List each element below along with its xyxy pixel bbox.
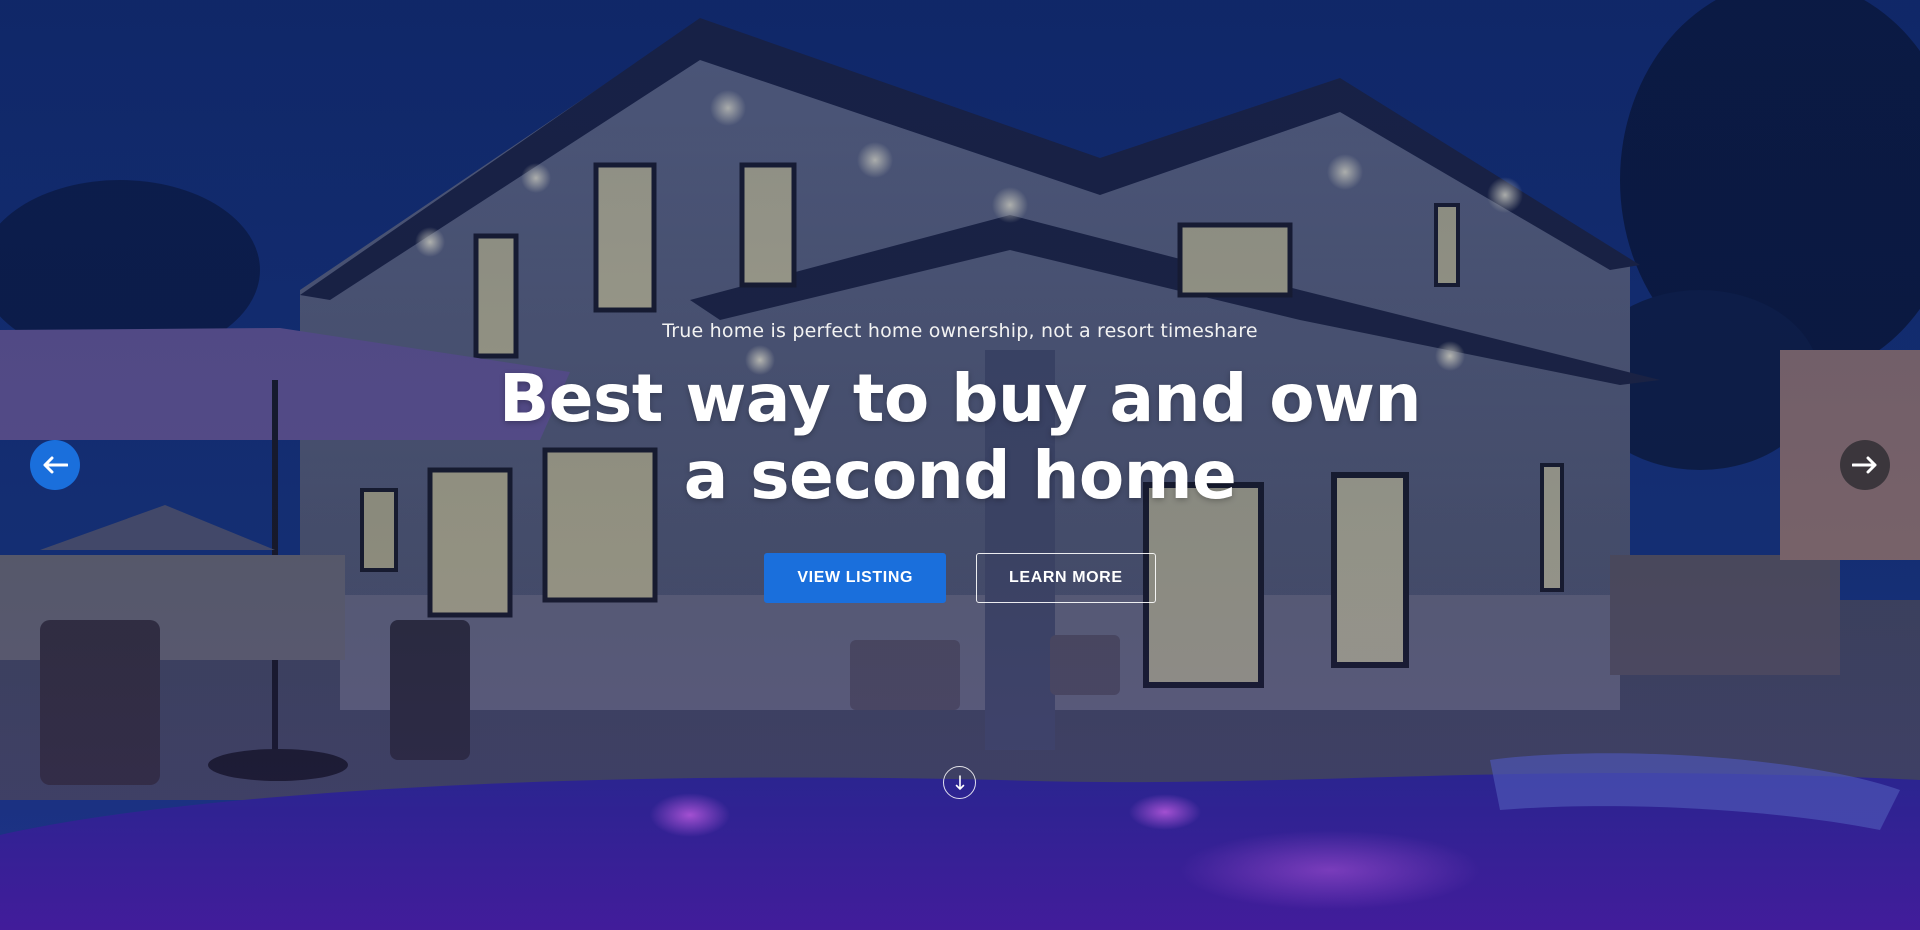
- hero-headline-line-2: a second home: [683, 437, 1237, 514]
- hero-content: True home is perfect home ownership, not…: [0, 318, 1920, 603]
- learn-more-button[interactable]: LEARN MORE: [976, 553, 1156, 603]
- view-listing-button[interactable]: VIEW LISTING: [764, 553, 947, 603]
- scroll-down-button[interactable]: [943, 766, 976, 799]
- cta-row: VIEW LISTING LEARN MORE: [0, 553, 1920, 603]
- arrow-down-icon: [955, 774, 964, 790]
- hero-headline: Best way to buy and own a second home: [0, 360, 1920, 514]
- hero-tagline: True home is perfect home ownership, not…: [662, 320, 1258, 342]
- hero-headline-line-1: Best way to buy and own: [498, 360, 1422, 437]
- hero-section: True home is perfect home ownership, not…: [0, 0, 1920, 930]
